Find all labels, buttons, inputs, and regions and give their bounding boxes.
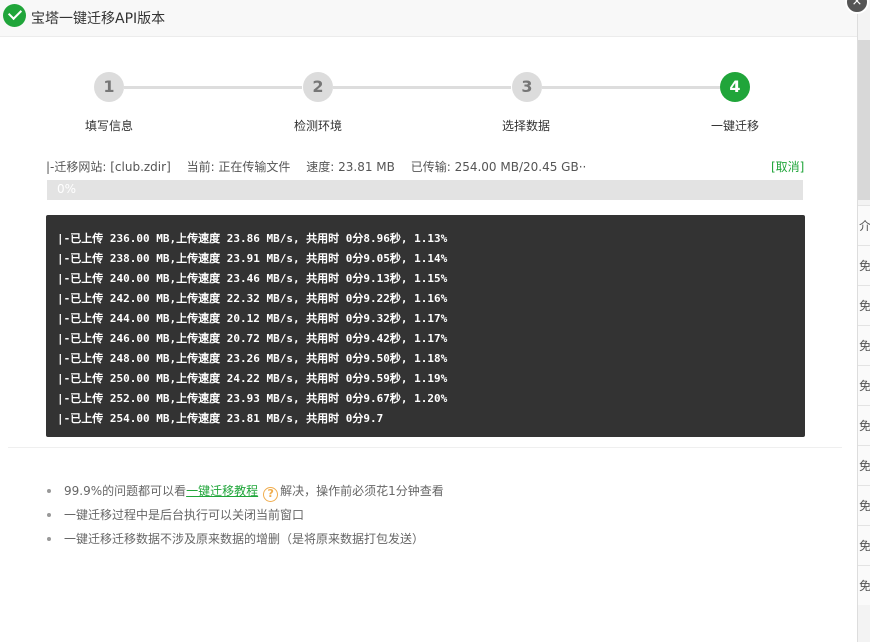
background-table-header: 介格	[858, 205, 870, 245]
step-connector	[124, 86, 302, 89]
background-page: 介格 免费 免费 免费 免费 免费 免费 免费 免费 免费	[857, 0, 870, 642]
log-line: |-已上传 250.00 MB,上传速度 24.22 MB/s, 共用时 0分9…	[57, 372, 448, 385]
step-3-circle: 3	[512, 72, 542, 102]
background-table-row: 免费	[858, 365, 870, 405]
log-line: |-已上传 246.00 MB,上传速度 20.72 MB/s, 共用时 0分9…	[57, 332, 448, 345]
status-speed: 速度: 23.81 MB	[306, 160, 395, 174]
tip-item: 一键迁移迁移数据不涉及原来数据的增删（是将原来数据打包发送）	[46, 530, 444, 554]
background-table-row: 免费	[858, 405, 870, 445]
background-table-row: 免费	[858, 245, 870, 285]
background-table-row: 免费	[858, 445, 870, 485]
status-site: |-迁移网站: [club.zdir]	[46, 160, 171, 174]
cancel-button[interactable]: [取消]	[771, 158, 804, 175]
dialog-title: 宝塔一键迁移API版本	[31, 11, 166, 27]
step-1-label: 填写信息	[84, 119, 133, 133]
migration-dialog: 宝塔一键迁移API版本 1 2 3 4 填写信息 检测环境 选择数据 一键迁移 …	[0, 0, 857, 642]
step-3-label: 选择数据	[501, 119, 550, 133]
log-line: |-已上传 238.00 MB,上传速度 23.91 MB/s, 共用时 0分9…	[57, 252, 448, 265]
log-line: |-已上传 244.00 MB,上传速度 20.12 MB/s, 共用时 0分9…	[57, 312, 448, 325]
background-image	[858, 40, 870, 200]
step-2-circle: 2	[303, 72, 333, 102]
log-console[interactable]: |-已上传 236.00 MB,上传速度 23.86 MB/s, 共用时 0分8…	[46, 215, 805, 437]
help-icon[interactable]: ?	[263, 487, 279, 502]
step-2-label: 检测环境	[293, 119, 342, 133]
tip-item: 一键迁移过程中是后台执行可以关闭当前窗口	[46, 506, 444, 530]
status-transferred: 已传输: 254.00 MB/20.45 GB··	[410, 160, 587, 174]
log-line: |-已上传 242.00 MB,上传速度 22.32 MB/s, 共用时 0分9…	[57, 292, 448, 305]
step-4-label: 一键迁移	[710, 119, 759, 133]
tutorial-link[interactable]: 一键迁移教程	[186, 484, 258, 498]
log-line: |-已上传 240.00 MB,上传速度 23.46 MB/s, 共用时 0分9…	[57, 272, 448, 285]
background-table-row: 免费	[858, 485, 870, 525]
log-line: |-已上传 254.00 MB,上传速度 23.81 MB/s, 共用时 0分9…	[57, 412, 384, 425]
status-current: 当前: 正在传输文件	[186, 160, 291, 174]
background-table-row: 免费	[858, 565, 870, 605]
dialog-title-bar: 宝塔一键迁移API版本	[0, 0, 857, 37]
divider	[8, 447, 842, 448]
progress-percent: 0%	[57, 182, 77, 196]
step-connector	[333, 86, 511, 89]
background-table-row: 免费	[858, 525, 870, 565]
step-1-circle: 1	[94, 72, 124, 102]
log-line: |-已上传 252.00 MB,上传速度 23.93 MB/s, 共用时 0分9…	[57, 392, 448, 405]
transfer-status: |-迁移网站: [club.zdir] 当前: 正在传输文件 速度: 23.81…	[46, 158, 598, 175]
step-connector	[542, 86, 720, 89]
tip-item: 99.9%的问题都可以看一键迁移教程? 解决，操作前必须花1分钟查看	[46, 482, 444, 506]
success-check-icon	[3, 4, 26, 27]
background-table-row: 免费	[858, 285, 870, 325]
tips-list: 99.9%的问题都可以看一键迁移教程? 解决，操作前必须花1分钟查看 一键迁移过程…	[46, 482, 444, 554]
background-table-row: 免费	[858, 325, 870, 365]
tip-text: 99.9%的问题都可以看	[64, 484, 187, 498]
log-line: |-已上传 248.00 MB,上传速度 23.26 MB/s, 共用时 0分9…	[57, 352, 448, 365]
tip-text: 解决，操作前必须花1分钟查看	[280, 484, 444, 498]
step-4-circle: 4	[720, 72, 750, 102]
progress-bar: 0%	[47, 180, 803, 200]
log-line: |-已上传 236.00 MB,上传速度 23.86 MB/s, 共用时 0分8…	[57, 232, 448, 245]
